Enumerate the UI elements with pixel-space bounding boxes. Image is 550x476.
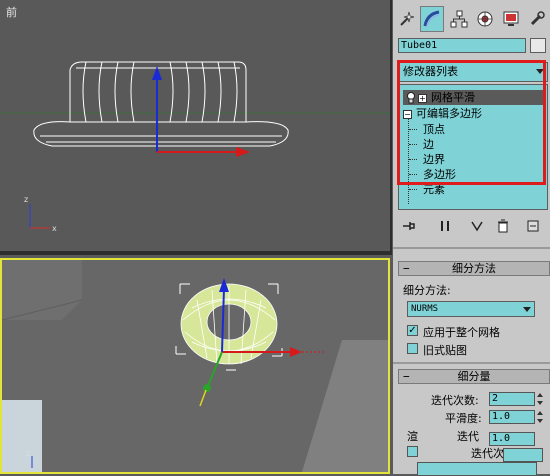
rollout-subdivision-amount[interactable]: − 细分量 [398, 369, 550, 384]
render-iterations-label: 迭代 [457, 430, 479, 443]
perspective-viewport[interactable]: 透视 [0, 258, 390, 474]
stack-item-editable-poly[interactable]: − 可编辑多边形 [403, 106, 482, 121]
subobject-edge[interactable]: 边 [423, 137, 434, 152]
render-iterations2-input[interactable] [503, 448, 543, 462]
iterations-input[interactable]: 2 [489, 392, 535, 406]
front-viewport[interactable]: 前 z x [0, 0, 392, 255]
modifier-stack: + 网格平滑 − 可编辑多边形 顶点 边 边界 多边形 元素 [398, 84, 548, 210]
command-panel: Tube01 修改器列表 + 网格平滑 − 可编辑多边形 顶点 边 边界 多边形 元… [393, 0, 550, 476]
chevron-down-icon [536, 69, 544, 74]
rollout-title: 细分方法 [452, 262, 496, 275]
axis-label-z: z [24, 195, 28, 204]
stack-item-label: 可编辑多边形 [416, 107, 482, 120]
object-name-field[interactable]: Tube01 [398, 38, 526, 53]
modifier-list-label: 修改器列表 [403, 65, 458, 78]
modify-icon [423, 10, 440, 27]
configure-icon [527, 220, 539, 232]
subdivision-method-dropdown[interactable]: NURMS [407, 301, 535, 317]
axis-tripod-front: z x [24, 195, 57, 233]
tab-utilities[interactable] [525, 6, 549, 32]
rollout-title: 细分量 [457, 370, 491, 383]
smoothness-input[interactable]: 1.0 [489, 410, 535, 424]
subobject-polygon[interactable]: 多边形 [423, 167, 456, 182]
rollout-toggle-icon: − [403, 262, 410, 275]
hierarchy-icon [450, 10, 468, 28]
iterations-spinner[interactable] [537, 392, 544, 406]
tab-display[interactable] [499, 6, 523, 32]
render-iterations-input[interactable]: 1.0 [489, 432, 535, 446]
rollout-subdivision-method[interactable]: − 细分方法 [398, 261, 550, 276]
stack-toolbar [393, 212, 550, 240]
subdivision-method-value: NURMS [411, 304, 439, 314]
tab-modify[interactable] [420, 6, 444, 32]
subdivision-method-label: 细分方法: [403, 284, 451, 297]
old-style-mapping-label: 旧式贴图 [423, 344, 467, 357]
render-values-label: 渲 [407, 430, 418, 443]
render-iterations-checkbox[interactable] [407, 446, 418, 457]
rollout-toggle-icon: − [403, 370, 410, 383]
object-color-swatch[interactable] [530, 38, 546, 53]
utilities-icon [530, 11, 545, 26]
old-style-mapping-checkbox[interactable] [407, 343, 418, 354]
stack-item-meshsmooth[interactable]: + 网格平滑 [403, 90, 543, 105]
show-end-result-button[interactable] [437, 218, 453, 234]
tab-hierarchy[interactable] [447, 6, 471, 32]
expand-icon[interactable]: + [418, 93, 427, 103]
axis-label-x: x [52, 224, 57, 233]
tube-wireframe-front [33, 61, 289, 147]
iterations-label: 迭代次数: [431, 394, 479, 407]
create-icon [400, 11, 415, 26]
axis-label-z2: z [26, 449, 30, 458]
make-unique-icon [471, 221, 483, 232]
trash-icon [498, 219, 508, 233]
subobject-vertex[interactable]: 顶点 [423, 122, 445, 137]
display-icon [503, 11, 519, 26]
perspective-viewport-canvas: z [2, 260, 388, 472]
render-iterations2-label: 迭代次 [471, 447, 504, 460]
pin-stack-button[interactable] [401, 218, 417, 234]
smoothness-label: 平滑度: [445, 412, 482, 425]
tab-create[interactable] [395, 6, 419, 32]
lightbulb-icon[interactable] [406, 92, 416, 104]
remove-modifier-button[interactable] [495, 218, 511, 234]
make-unique-button[interactable] [469, 218, 485, 234]
collapse-icon[interactable]: − [403, 109, 412, 119]
subobject-element[interactable]: 元素 [423, 182, 445, 197]
pin-icon [403, 222, 415, 230]
smoothness-spinner[interactable] [537, 410, 544, 424]
show-end-result-icon [441, 221, 449, 231]
motion-icon [477, 11, 493, 27]
chevron-down-icon [523, 307, 531, 312]
apply-whole-mesh-label: 应用于整个网格 [423, 326, 500, 339]
configure-sets-button[interactable] [525, 218, 541, 234]
command-panel-tabs [393, 0, 550, 36]
modifier-list-dropdown[interactable]: 修改器列表 [398, 62, 548, 82]
subobject-border[interactable]: 边界 [423, 152, 445, 167]
tab-motion[interactable] [473, 6, 497, 32]
front-viewport-canvas: z x [0, 61, 390, 233]
stack-item-label: 网格平滑 [431, 91, 475, 104]
apply-whole-mesh-checkbox[interactable]: ✓ [407, 325, 418, 336]
